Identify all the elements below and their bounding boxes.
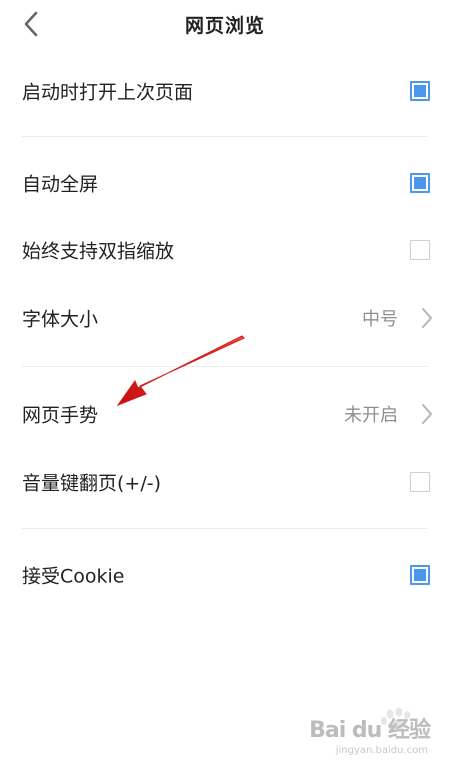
setting-row-accept-cookie[interactable]: 接受Cookie [0, 542, 450, 608]
setting-label: 自动全屏 [22, 173, 99, 196]
setting-row-auto-fullscreen[interactable]: 自动全屏 [0, 150, 450, 216]
restore-last-page-checkbox[interactable] [410, 81, 430, 101]
setting-row-web-gestures[interactable]: 网页手势 未开启 [0, 381, 450, 447]
web-gestures-value: 未开启 [344, 405, 398, 426]
setting-row-restore-last-page[interactable]: 启动时打开上次页面 [0, 58, 450, 124]
watermark-site: jingyan.baidu.com [335, 745, 428, 756]
setting-label: 网页手势 [22, 404, 99, 427]
section-divider [22, 366, 428, 367]
section-divider [22, 528, 428, 529]
header-bar: 网页浏览 [0, 0, 450, 48]
setting-label: 音量键翻页(+/-) [22, 472, 162, 495]
setting-row-font-size[interactable]: 字体大小 中号 [0, 285, 450, 351]
auto-fullscreen-checkbox[interactable] [410, 173, 430, 193]
setting-label: 启动时打开上次页面 [22, 81, 194, 104]
pinch-zoom-checkbox[interactable] [410, 240, 430, 260]
watermark-brand: Bai du 经验 [309, 718, 431, 743]
setting-label: 始终支持双指缩放 [22, 240, 175, 263]
chevron-right-icon [422, 308, 432, 328]
setting-label: 接受Cookie [22, 565, 125, 588]
setting-row-volume-key-paging[interactable]: 音量键翻页(+/-) [0, 449, 450, 515]
setting-label: 字体大小 [22, 308, 99, 331]
page-title: 网页浏览 [184, 15, 265, 37]
font-size-value: 中号 [362, 309, 398, 330]
volume-key-paging-checkbox[interactable] [410, 472, 430, 492]
accept-cookie-checkbox[interactable] [410, 565, 430, 585]
section-divider [22, 136, 428, 137]
setting-row-pinch-zoom[interactable]: 始终支持双指缩放 [0, 217, 450, 283]
chevron-right-icon [422, 404, 432, 424]
